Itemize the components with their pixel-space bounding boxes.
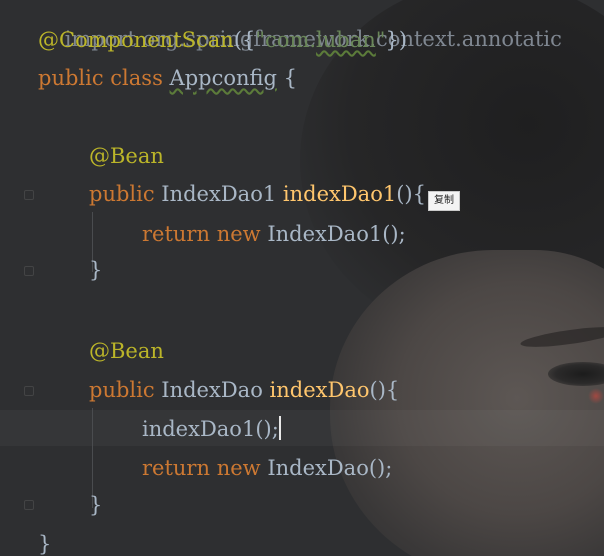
keyword-return: return — [142, 456, 210, 480]
bean-annotation: @Bean — [89, 144, 164, 168]
method2-body-call-line: indexDao1(); — [142, 417, 279, 441]
keyword-public: public — [89, 182, 155, 206]
close-brace: } — [89, 493, 103, 517]
code-line-method1-close[interactable]: } — [89, 252, 102, 288]
method1-open-brace: { — [412, 182, 426, 206]
code-line-method2-call[interactable]: indexDao1(); — [142, 411, 281, 447]
code-line-method2-close[interactable]: } — [89, 487, 102, 523]
code-editor[interactable]: import org.springframework.context.annot… — [0, 0, 604, 556]
code-line-import[interactable]: import org.springframework.context.annot… — [38, 0, 562, 51]
class-name: Appconfig — [169, 66, 277, 90]
current-line-highlight — [0, 410, 604, 446]
open-brace: { — [283, 66, 298, 90]
method1-params: () — [396, 182, 413, 206]
component-scan-package: luban — [316, 28, 376, 52]
fold-marker-icon[interactable] — [24, 386, 34, 396]
component-scan-quote-open: "com. — [255, 28, 317, 52]
method2-signature-tail: (){ — [369, 378, 400, 402]
method1-body-call: IndexDao1(); — [267, 222, 406, 246]
code-line-component-scan[interactable]: @ComponentScan({"com.luban"}) — [38, 22, 407, 58]
keyword-new: new — [216, 456, 261, 480]
method2-name: indexDao — [269, 378, 370, 402]
code-line-method1-signature[interactable]: public IndexDao1 indexDao1(){ — [89, 176, 426, 212]
method2-body-call: IndexDao(); — [267, 456, 393, 480]
fold-marker-icon[interactable] — [24, 266, 34, 276]
fold-marker-icon[interactable] — [24, 190, 34, 200]
component-scan-quote-close: " — [375, 28, 386, 52]
text-caret — [278, 416, 281, 440]
keyword-return: return — [142, 222, 210, 246]
background-red-marker — [588, 388, 604, 404]
bean-annotation: @Bean — [89, 339, 164, 363]
code-line-bean-annotation-1[interactable]: @Bean — [89, 138, 164, 174]
method2-return-type: IndexDao — [161, 378, 263, 402]
code-line-bean-annotation-2[interactable]: @Bean — [89, 333, 164, 369]
keyword-new: new — [216, 222, 261, 246]
code-line-method2-signature[interactable]: public IndexDao indexDao(){ — [89, 372, 399, 408]
component-scan-close: }) — [385, 28, 408, 52]
keyword-class: class — [110, 66, 163, 90]
component-scan-open: ({ — [233, 28, 256, 52]
keyword-public: public — [89, 378, 155, 402]
close-brace: } — [89, 258, 103, 282]
copy-tooltip[interactable]: 复制 — [428, 191, 460, 211]
method1-name: indexDao1 — [282, 182, 397, 206]
code-line-method1-return[interactable]: return new IndexDao1(); — [142, 216, 406, 252]
class-close-brace: } — [38, 532, 52, 556]
method1-return-type: IndexDao1 — [161, 182, 277, 206]
code-line-class-declaration[interactable]: public class Appconfig { — [38, 60, 297, 96]
component-scan-annotation: @ComponentScan — [38, 28, 234, 52]
code-line-class-close[interactable]: } — [38, 526, 51, 556]
code-line-method2-return[interactable]: return new IndexDao(); — [142, 450, 392, 486]
fold-marker-icon[interactable] — [24, 500, 34, 510]
keyword-public: public — [38, 66, 104, 90]
